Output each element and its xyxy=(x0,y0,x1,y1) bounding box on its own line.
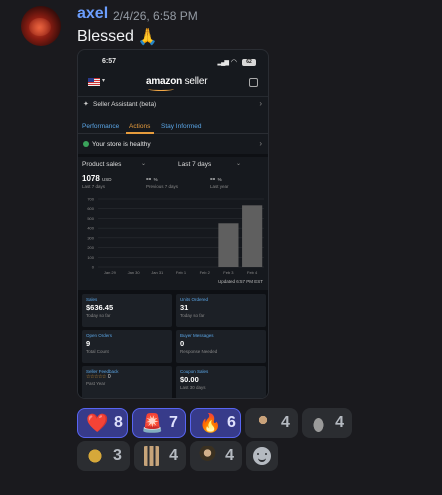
timestamp[interactable]: 2/4/26, 6:58 PM xyxy=(113,9,198,23)
chart-filters: Product sales ⌄ Last 7 days ⌄ xyxy=(78,160,268,172)
reaction-count: 7 xyxy=(169,414,178,431)
store-health-label: Your store is healthy xyxy=(92,141,151,148)
x-tick-label: Feb 2 xyxy=(200,270,211,275)
reaction-custom-man[interactable]: 4 xyxy=(245,408,298,438)
custom-car-emote-icon xyxy=(310,413,328,433)
pray-emoji: 🙏 xyxy=(137,29,158,46)
reaction-fire[interactable]: 🔥 6 xyxy=(190,408,241,438)
updated-label: Updated 6:57 PM EST xyxy=(217,279,263,284)
tab-actions: Actions xyxy=(129,123,151,130)
card-sales: Sales $636.45 Today so far xyxy=(82,294,172,327)
summary-cards: Sales $636.45 Today so far Units Ordered… xyxy=(78,290,268,398)
star-rating: ☆☆☆☆☆ 0 xyxy=(86,374,111,380)
message-text: Blessed 🙏 xyxy=(77,27,158,47)
reaction-heart[interactable]: ❤️ 8 xyxy=(77,408,128,438)
chart-bar xyxy=(218,223,239,267)
reaction-count: 4 xyxy=(225,447,234,464)
x-tick-label: Jan 29 xyxy=(104,270,117,275)
y-tick-label: 0 xyxy=(92,265,95,270)
smiley-icon xyxy=(253,447,271,465)
range-filter: Last 7 days xyxy=(178,161,212,168)
chevron-down-icon: ▾ xyxy=(102,78,106,84)
status-time: 6:57 xyxy=(102,58,117,65)
y-tick-label: 600 xyxy=(87,206,94,211)
username[interactable]: axel xyxy=(77,5,108,23)
card-buyer-messages: Buyer Messages 0 Response Needed xyxy=(176,330,266,363)
message-body: Blessed xyxy=(77,28,134,45)
y-tick-label: 500 xyxy=(87,216,94,221)
us-flag-icon xyxy=(88,78,100,86)
card-units: Units Ordered 31 Today so far xyxy=(176,294,266,327)
amazon-seller-logo: amazon seller xyxy=(146,76,208,91)
custom-portrait-emote-icon xyxy=(198,446,218,466)
reaction-custom-hands[interactable]: 4 xyxy=(134,441,186,471)
chevron-down-icon: ⌄ xyxy=(236,161,242,167)
add-reaction-button[interactable] xyxy=(246,441,278,471)
tab-indicator xyxy=(126,132,154,134)
siren-emoji: 🚨 xyxy=(141,413,164,433)
card-open-orders: Open Orders 9 Total Count xyxy=(82,330,172,363)
reaction-count: 3 xyxy=(113,447,122,464)
x-tick-label: Feb 4 xyxy=(247,270,258,275)
tab-performance: Performance xyxy=(82,123,120,130)
chevron-right-icon: › xyxy=(259,139,262,148)
signal-icon: ▂▄▆ xyxy=(217,60,230,66)
tab-bar: Performance Actions Stay Informed xyxy=(78,120,268,134)
seller-assistant-label: Seller Assistant (beta) xyxy=(93,101,157,108)
y-tick-label: 200 xyxy=(87,245,94,250)
metrics-row: 1078 USD Last 7 days -- % Previous 7 day… xyxy=(78,174,268,192)
store-health-row: Your store is healthy › xyxy=(78,138,268,152)
tab-stay-informed: Stay Informed xyxy=(161,123,202,130)
seller-assistant-row: ✦ Seller Assistant (beta) › xyxy=(78,96,268,112)
attachment-screenshot[interactable]: 6:57 ▂▄▆ ◠ 62 ▾ amazon seller ✦ Seller A… xyxy=(77,49,269,399)
amazon-header: ▾ amazon seller xyxy=(78,72,268,94)
y-tick-label: 700 xyxy=(87,197,94,202)
scan-icon xyxy=(249,78,258,87)
metric-last-year: -- % Last year xyxy=(210,174,229,189)
avatar[interactable] xyxy=(21,6,61,46)
metric-sales: 1078 USD Last 7 days xyxy=(82,174,112,189)
reaction-custom-car[interactable]: 4 xyxy=(302,408,352,438)
wifi-icon: ◠ xyxy=(230,59,237,66)
metric-filter: Product sales xyxy=(82,161,122,168)
reaction-custom-portrait[interactable]: 4 xyxy=(190,441,242,471)
phone-status-bar: 6:57 ▂▄▆ ◠ 62 xyxy=(78,58,268,70)
card-seller-feedback: Seller Feedback ☆☆☆☆☆ 0 Past Year xyxy=(82,366,172,398)
y-tick-label: 300 xyxy=(87,235,94,240)
metric-prev: -- % Previous 7 days xyxy=(146,174,179,189)
y-tick-label: 100 xyxy=(87,255,94,260)
sales-chart: 0 100 200 300 400 500 600 700 Jan 29 Jan 30 Jan 31… xyxy=(87,197,264,275)
reaction-count: 6 xyxy=(227,414,236,431)
chevron-down-icon: ⌄ xyxy=(141,161,147,167)
reaction-count: 4 xyxy=(335,414,344,431)
reaction-count: 4 xyxy=(281,414,290,431)
chart-bar xyxy=(242,205,263,267)
sparkle-icon: ✦ xyxy=(83,101,89,108)
x-tick-label: Jan 30 xyxy=(128,270,141,275)
reaction-count: 4 xyxy=(169,447,178,464)
reaction-siren[interactable]: 🚨 7 xyxy=(132,408,186,438)
custom-hands-emote-icon xyxy=(142,446,162,466)
custom-gold-emote-icon xyxy=(85,446,105,466)
battery-icon: 62 xyxy=(242,59,256,66)
fire-emoji: 🔥 xyxy=(199,413,222,433)
card-coupon-sales: Coupon Sales $0.00 Last 30 days xyxy=(176,366,266,398)
x-tick-label: Feb 1 xyxy=(176,270,187,275)
x-tick-label: Feb 3 xyxy=(223,270,234,275)
heart-emoji: ❤️ xyxy=(86,413,109,433)
reaction-count: 8 xyxy=(114,414,123,431)
y-tick-label: 400 xyxy=(87,226,94,231)
reaction-custom-gold[interactable]: 3 xyxy=(77,441,130,471)
check-icon xyxy=(83,141,89,147)
custom-man-emote-icon xyxy=(253,413,273,433)
chevron-right-icon: › xyxy=(259,99,262,108)
x-tick-label: Jan 31 xyxy=(151,270,164,275)
divider xyxy=(78,154,268,157)
